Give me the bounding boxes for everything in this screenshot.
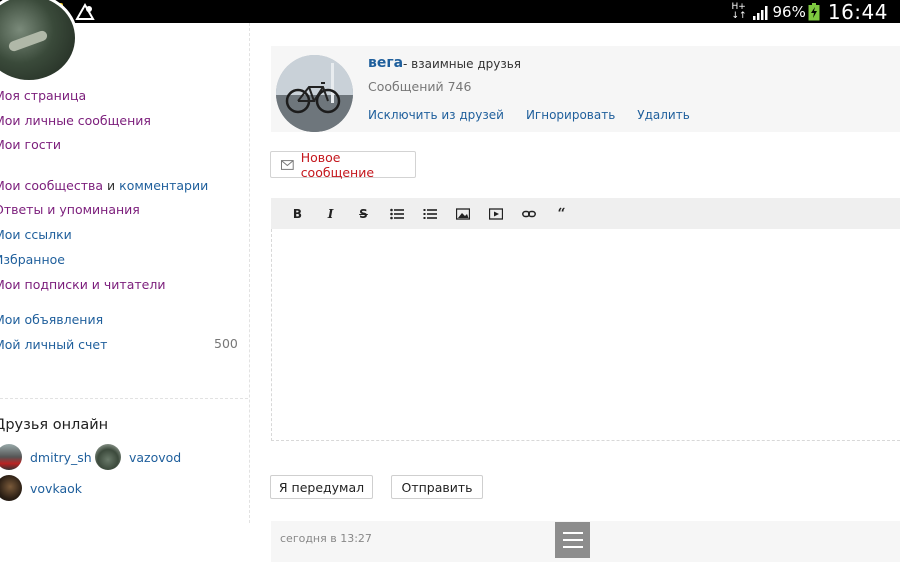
message-editor[interactable]	[271, 229, 900, 441]
bicycle-photo	[276, 55, 353, 132]
sidebar-divider	[0, 398, 248, 399]
sidebar-item-communities[interactable]: Мои сообщества	[0, 178, 103, 193]
bulleted-list-button[interactable]	[380, 202, 413, 226]
message-timestamp: сегодня в 13:27	[280, 532, 372, 545]
friend-relation: - взаимные друзья	[403, 57, 522, 71]
friend-name[interactable]: vovkaok	[30, 481, 82, 496]
friend-avatar	[0, 475, 22, 501]
sidebar-item-comments[interactable]: комментарии	[119, 178, 208, 193]
cancel-button[interactable]: Я передумал	[270, 475, 373, 499]
sidebar-item-subscriptions[interactable]: Мои подписки и читатели	[0, 277, 165, 293]
new-message-button[interactable]: Новое сообщение	[270, 149, 416, 180]
profile-card: вега - взаимные друзья Сообщений 746 Иск…	[271, 46, 900, 132]
friend-item[interactable]: vazovod	[95, 444, 181, 470]
envelope-icon	[281, 159, 294, 170]
sidebar-item-links[interactable]: Мои ссылки	[0, 227, 72, 243]
editor-toolbar: B I S “	[271, 198, 900, 229]
account-balance: 500	[214, 336, 238, 351]
strikethrough-icon: S	[359, 206, 368, 221]
sidebar-item-my-page[interactable]: Моя страница	[0, 88, 86, 104]
send-button[interactable]: Отправить	[391, 475, 483, 499]
signal-icon	[752, 5, 768, 20]
network-type: H+ ↓↑	[731, 1, 747, 21]
friend-avatar	[95, 444, 121, 470]
status-bar: H+ ↓↑ 96% 16:44	[0, 0, 900, 24]
sidebar-item-guests[interactable]: Мои гости	[0, 137, 61, 153]
numbered-list-button[interactable]	[413, 202, 446, 226]
friend-item[interactable]: dmitry_sh	[0, 444, 92, 470]
new-message-label: Новое сообщение	[300, 149, 375, 180]
profile-actions: Исключить из друзей Игнорировать Удалить	[368, 108, 712, 122]
sidebar-item-ads[interactable]: Мои объявления	[0, 312, 103, 328]
friend-name[interactable]: dmitry_sh	[30, 450, 92, 465]
delete-link[interactable]: Удалить	[637, 108, 690, 122]
bulleted-list-icon	[389, 208, 404, 219]
video-button[interactable]	[479, 202, 512, 226]
bold-icon: B	[292, 206, 303, 221]
sidebar-item-account[interactable]: Мой личный счет	[0, 337, 107, 353]
bold-button[interactable]: B	[281, 202, 314, 226]
sidebar: Моя страница Мои личные сообщения Мои го…	[0, 0, 250, 562]
battery-charging-icon	[808, 2, 820, 20]
sidebar-item-replies[interactable]: Ответы и упоминания	[0, 202, 140, 218]
user-avatar[interactable]	[0, 0, 78, 83]
app-notification-icon	[75, 2, 95, 20]
profile-photo[interactable]	[276, 55, 353, 132]
numbered-list-icon	[423, 208, 437, 219]
link-button[interactable]	[512, 202, 545, 226]
message-count: Сообщений 746	[368, 79, 472, 94]
strikethrough-button[interactable]: S	[347, 202, 380, 226]
sidebar-and-text: и	[107, 178, 116, 193]
quote-icon: “	[557, 205, 566, 222]
quote-button[interactable]: “	[545, 202, 578, 226]
image-button[interactable]	[446, 202, 479, 226]
ignore-link[interactable]: Игнорировать	[526, 108, 615, 122]
hamburger-icon	[562, 532, 583, 534]
status-bar-system: H+ ↓↑ 96% 16:44	[731, 0, 888, 24]
video-icon	[488, 207, 503, 220]
sidebar-separator	[249, 23, 250, 523]
image-icon	[455, 207, 470, 220]
italic-icon: I	[327, 206, 334, 221]
battery-percent: 96%	[772, 2, 806, 21]
clock: 16:44	[827, 0, 888, 24]
profile-name[interactable]: вега	[368, 55, 403, 71]
italic-button[interactable]: I	[314, 202, 347, 226]
remove-friend-link[interactable]: Исключить из друзей	[368, 108, 504, 122]
link-icon	[521, 210, 536, 217]
menu-button[interactable]	[555, 522, 590, 558]
sidebar-item-private-messages[interactable]: Мои личные сообщения	[0, 113, 151, 129]
friend-item[interactable]: vovkaok	[0, 475, 82, 501]
friend-name[interactable]: vazovod	[129, 450, 181, 465]
friend-avatar	[0, 444, 22, 470]
friends-online-title: Друзья онлайн	[0, 417, 109, 433]
sidebar-item-favorites[interactable]: Избранное	[0, 252, 65, 268]
sidebar-item-communities-row: Мои сообщества и комментарии	[0, 178, 208, 194]
